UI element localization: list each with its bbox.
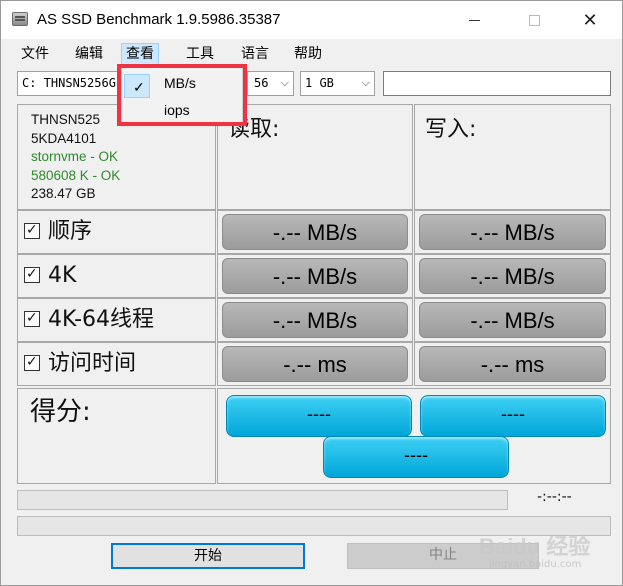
- access-read-result: -.-- ms: [222, 346, 408, 382]
- watermark-url: jingyan.baidu.com: [489, 559, 582, 570]
- checkbox-icon[interactable]: [24, 352, 40, 372]
- seq-write-result: -.-- MB/s: [419, 214, 606, 250]
- driver-status: stornvme - OK: [31, 149, 119, 164]
- total-score: ----: [323, 436, 509, 478]
- checkmark-icon: ✓: [133, 79, 145, 95]
- menu-bar: 文件 编辑 查看 工具 语言 帮助: [1, 41, 622, 67]
- test-label: 访问时间: [48, 351, 137, 376]
- score-area: ---- ---- ----: [217, 388, 611, 484]
- close-icon: ✕: [582, 9, 598, 31]
- size-select-value: 1 GB: [305, 76, 334, 90]
- alignment-status: 580608 K - OK: [31, 167, 121, 183]
- menu-option-mbs-label: MB/s: [164, 75, 196, 91]
- result-cell: -.-- MB/s: [414, 298, 611, 342]
- size-select[interactable]: 1 GB ⌵: [300, 71, 375, 96]
- drive-select-value: C: THNSN5256G: [22, 76, 116, 90]
- close-button[interactable]: ✕: [567, 1, 613, 39]
- result-cell: -.-- MB/s: [414, 254, 611, 298]
- 4k64-read-result: -.-- MB/s: [222, 302, 408, 338]
- app-window: AS SSD Benchmark 1.9.5986.35387 ✕ 文件 编辑 …: [0, 0, 623, 586]
- write-score: ----: [420, 395, 606, 437]
- test-label: 4K-64线程: [48, 307, 155, 332]
- minimize-icon: [468, 19, 480, 21]
- maximize-button[interactable]: [511, 1, 557, 39]
- result-cell: -.-- MB/s: [217, 254, 413, 298]
- read-score: ----: [226, 395, 412, 437]
- benchmark-grid: THNSN525 5KDA4101 stornvme - OK 580608 K…: [17, 104, 611, 484]
- result-cell: -.-- MB/s: [414, 210, 611, 254]
- menu-help[interactable]: 帮助: [290, 43, 326, 67]
- 4k64-write-result: -.-- MB/s: [419, 302, 606, 338]
- progress-bar-current: [17, 490, 508, 510]
- watermark-logo: Baidu 经验: [479, 534, 591, 559]
- test-row-seq[interactable]: 顺序: [17, 210, 216, 254]
- chevron-down-icon: ⌵: [280, 76, 289, 89]
- checkbox-icon[interactable]: [24, 308, 40, 328]
- extra-input[interactable]: [383, 71, 611, 96]
- chevron-down-icon: ⌵: [361, 76, 370, 89]
- result-cell: -.-- MB/s: [217, 210, 413, 254]
- checkbox-icon[interactable]: [24, 264, 40, 284]
- test-row-4k64[interactable]: 4K-64线程: [17, 298, 216, 342]
- block-select-value: 56: [254, 76, 269, 90]
- drive-firmware: 5KDA4101: [31, 130, 97, 146]
- start-button[interactable]: 开始: [111, 543, 305, 569]
- menu-view[interactable]: 查看: [121, 43, 159, 67]
- window-title: AS SSD Benchmark 1.9.5986.35387: [37, 11, 281, 28]
- read-header: 读取:: [217, 104, 413, 210]
- 4k-read-result: -.-- MB/s: [222, 258, 408, 294]
- result-cell: -.-- ms: [217, 342, 413, 386]
- 4k-write-result: -.-- MB/s: [419, 258, 606, 294]
- test-row-4k[interactable]: 4K: [17, 254, 216, 298]
- test-label: 4K: [48, 263, 77, 288]
- menu-tools[interactable]: 工具: [182, 43, 218, 67]
- test-row-access-time[interactable]: 访问时间: [17, 342, 216, 386]
- score-label: 得分:: [17, 388, 216, 484]
- menu-language[interactable]: 语言: [237, 43, 273, 67]
- menu-file[interactable]: 文件: [17, 43, 53, 67]
- menu-option-iops[interactable]: iops: [122, 97, 242, 124]
- checkbox-icon[interactable]: [24, 220, 40, 240]
- title-bar: AS SSD Benchmark 1.9.5986.35387 ✕: [1, 1, 622, 39]
- view-dropdown-menu: ✓ MB/s iops: [121, 67, 243, 123]
- test-label: 顺序: [48, 219, 93, 244]
- maximize-icon: [528, 14, 540, 26]
- result-cell: -.-- MB/s: [217, 298, 413, 342]
- seq-read-result: -.-- MB/s: [222, 214, 408, 250]
- drive-capacity: 238.47 GB: [31, 186, 96, 201]
- write-header: 写入:: [414, 104, 611, 210]
- access-write-result: -.-- ms: [419, 346, 606, 382]
- elapsed-timer: -:--:--: [537, 489, 572, 505]
- menu-option-iops-label: iops: [164, 102, 190, 118]
- menu-edit[interactable]: 编辑: [71, 43, 107, 67]
- check-highlight: ✓: [124, 74, 150, 98]
- menu-option-mbs[interactable]: ✓ MB/s: [122, 70, 242, 98]
- block-select[interactable]: 56 ⌵: [247, 71, 294, 96]
- result-cell: -.-- ms: [414, 342, 611, 386]
- minimize-button[interactable]: [451, 1, 497, 39]
- hard-drive-icon: [12, 12, 28, 26]
